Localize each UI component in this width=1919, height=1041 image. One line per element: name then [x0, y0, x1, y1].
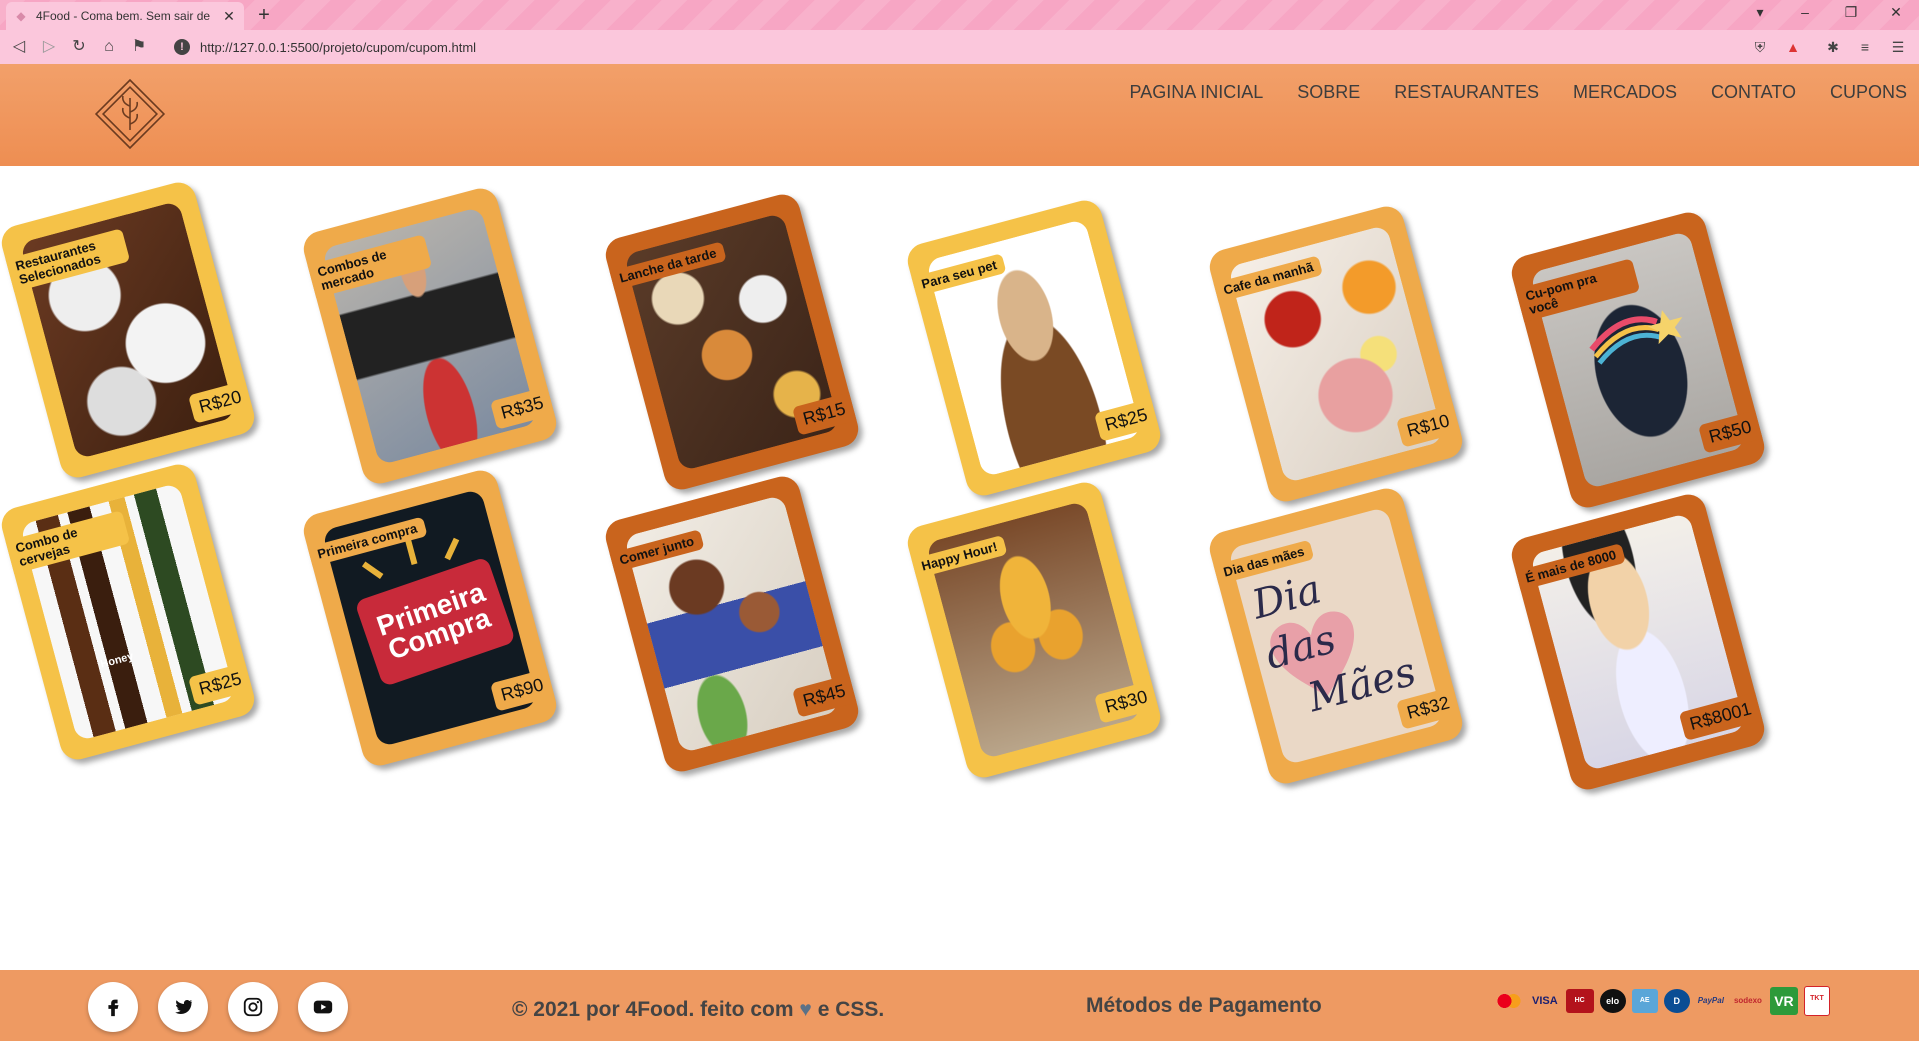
copyright: © 2021 por 4Food. feito com ♥ e CSS.: [512, 998, 884, 1022]
reload-icon[interactable]: ↻: [68, 36, 90, 58]
heart-icon: ♥: [799, 998, 812, 1021]
nav-sobre[interactable]: SOBRE: [1297, 82, 1360, 103]
restore-icon[interactable]: ❐: [1841, 4, 1861, 21]
coupon-grid: Restaurantes Selecionados R$20 Combos de…: [0, 166, 1919, 970]
minimize-icon[interactable]: –: [1795, 4, 1815, 20]
coupon-card[interactable]: Honey Combo de cervejas R$25: [0, 460, 259, 764]
beer-label-text: Honey: [99, 650, 135, 671]
paypal-icon: PayPal: [1697, 996, 1724, 1005]
coupon-card[interactable]: Dia das Mães Dia das mães R$32: [1205, 484, 1467, 788]
coupon-card[interactable]: Comer junto R$45: [601, 472, 863, 776]
coupon-card[interactable]: Cu-pom pra você R$50: [1507, 208, 1769, 512]
site-info-icon[interactable]: !: [174, 39, 190, 55]
rewards-icon[interactable]: ▲: [1783, 37, 1803, 57]
coupon-card[interactable]: É mais de 8000 R$8001: [1507, 490, 1769, 794]
url-text: http://127.0.0.1:5500/projeto/cupom/cupo…: [200, 39, 477, 55]
nav-cupons[interactable]: CUPONS: [1830, 82, 1907, 103]
nav-restaurantes[interactable]: RESTAURANTES: [1394, 82, 1539, 103]
coupon-card[interactable]: Combos de mercado R$35: [299, 184, 561, 488]
coupon-card[interactable]: Cafe da manhã R$10: [1205, 202, 1467, 506]
facebook-icon[interactable]: [88, 982, 138, 1032]
site-header: PAGINA INICIAL SOBRE RESTAURANTES MERCAD…: [0, 64, 1919, 166]
hipercard-icon: HC: [1565, 989, 1594, 1013]
youtube-icon[interactable]: [298, 982, 348, 1032]
elo-icon: elo: [1599, 989, 1626, 1013]
coupon-card[interactable]: Para seu pet R$25: [903, 196, 1165, 500]
favicon-icon: ◆: [16, 9, 26, 23]
nav-contato[interactable]: CONTATO: [1711, 82, 1796, 103]
tab-title: 4Food - Coma bem. Sem sair de: [36, 9, 211, 23]
new-tab-icon[interactable]: +: [254, 4, 274, 27]
site-footer: © 2021 por 4Food. feito com ♥ e CSS. Mét…: [0, 970, 1919, 1041]
payment-methods-title: Métodos de Pagamento: [1086, 994, 1322, 1017]
diners-icon: D: [1663, 989, 1690, 1013]
menu-icon[interactable]: ☰: [1888, 37, 1908, 57]
coupon-card[interactable]: Restaurantes Selecionados R$20: [0, 178, 259, 482]
back-icon[interactable]: ◁: [8, 36, 30, 58]
copyright-prefix: © 2021 por 4Food. feito com: [512, 998, 794, 1021]
instagram-icon[interactable]: [228, 982, 278, 1032]
browser-tab[interactable]: ◆ 4Food - Coma bem. Sem sair de ✕: [6, 2, 244, 30]
window-close-icon[interactable]: ✕: [1886, 4, 1906, 21]
browser-toolbar: ◁ ▷ ↻ ⌂ ⚑ ! http://127.0.0.1:5500/projet…: [0, 30, 1919, 64]
playlist-icon[interactable]: ≡: [1855, 37, 1875, 57]
main-nav: PAGINA INICIAL SOBRE RESTAURANTES MERCAD…: [1130, 82, 1907, 103]
address-bar[interactable]: ! http://127.0.0.1:5500/projeto/cupom/cu…: [174, 35, 1734, 59]
close-tab-icon[interactable]: ✕: [222, 8, 236, 25]
visa-icon: VISA: [1532, 995, 1558, 1007]
ticket-icon: TKT: [1803, 986, 1830, 1016]
brave-shield-icon[interactable]: ⛨: [1750, 37, 1770, 57]
vr-icon: VR: [1769, 987, 1798, 1015]
copyright-suffix: e CSS.: [817, 998, 885, 1021]
forward-icon[interactable]: ▷: [38, 36, 60, 58]
mastercard-icon: [1494, 989, 1524, 1013]
sodexo-icon: sodexo: [1733, 996, 1762, 1005]
profile-menu-icon[interactable]: ▾: [1750, 4, 1770, 21]
nav-pagina-inicial[interactable]: PAGINA INICIAL: [1130, 82, 1264, 103]
coupon-card[interactable]: Happy Hour! R$30: [903, 478, 1165, 782]
extensions-icon[interactable]: ✱: [1823, 37, 1843, 57]
coupon-card[interactable]: Primeira Compra Primeira compra R$90: [299, 466, 561, 770]
bookmark-icon[interactable]: ⚑: [128, 36, 150, 58]
payment-logos: VISA HC elo AE D PayPal sodexo VR TKT: [1494, 986, 1830, 1016]
coupon-card[interactable]: Lanche da tarde R$15: [601, 190, 863, 494]
twitter-icon[interactable]: [158, 982, 208, 1032]
nav-mercados[interactable]: MERCADOS: [1573, 82, 1677, 103]
home-icon[interactable]: ⌂: [98, 36, 120, 58]
browser-tabbar: ◆ 4Food - Coma bem. Sem sair de ✕ + ▾ – …: [0, 0, 1919, 30]
amex-icon: AE: [1631, 989, 1658, 1013]
4food-logo-icon[interactable]: [92, 76, 168, 152]
